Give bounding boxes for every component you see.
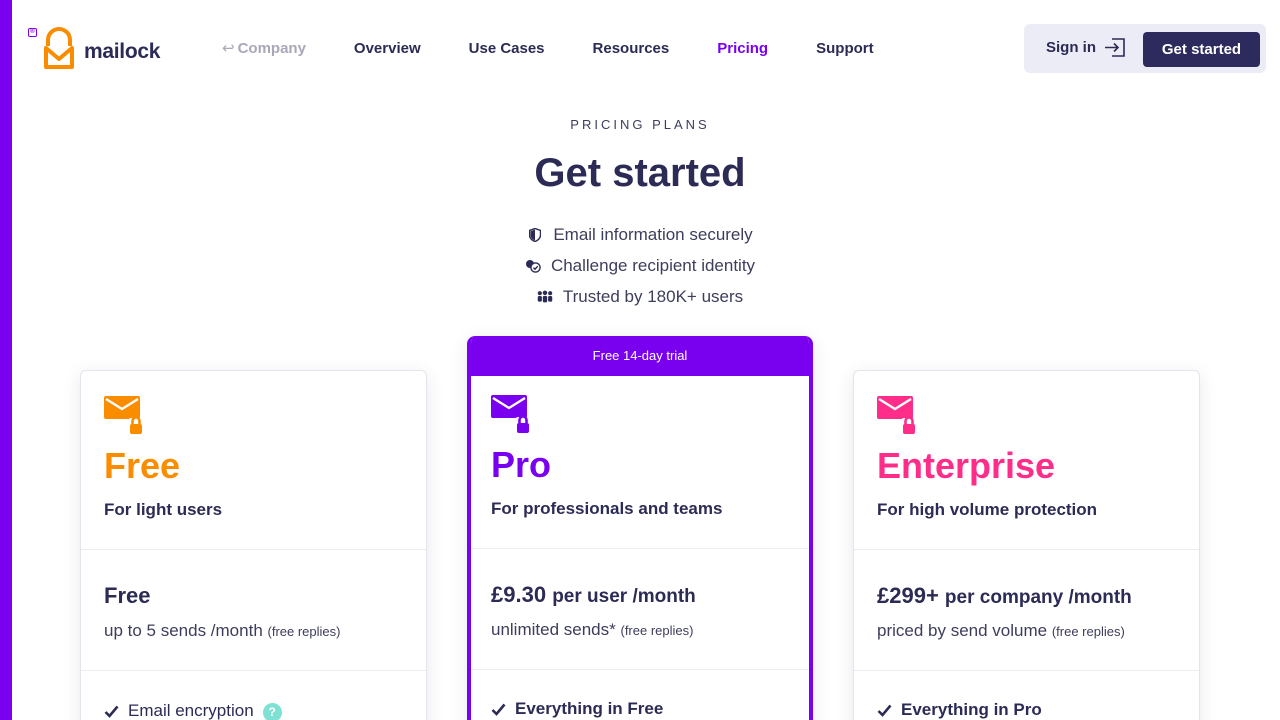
plan-price: £9.30 per user /month [491,582,696,608]
nav-overview[interactable]: Overview [354,39,421,59]
check-icon [877,704,892,717]
feature-text: Trusted by 180K+ users [562,286,744,306]
nav-company-back[interactable]: ↩ Company [222,39,306,59]
sends-text: unlimited sends* [491,620,616,639]
nav-pricing[interactable]: Pricing [717,39,768,59]
plan-sends: unlimited sends* (free replies) [491,620,693,640]
plan-feature-item: Everything in Free [491,699,663,719]
plan-card-free: Free For light users Free up to 5 sends … [80,370,427,720]
price-period: per company /month [944,587,1132,608]
back-arrow-icon: ↩ [222,40,235,57]
plan-subtitle: For high volume protection [877,500,1098,519]
get-started-button[interactable]: Get started [1143,32,1260,67]
feature-label: Everything in Free [515,699,664,718]
sends-text: priced by send volume [877,621,1048,640]
check-icon [491,703,506,716]
brand-name: mailock [84,40,161,63]
nav-company-label: Company [237,40,306,57]
nav-use-cases[interactable]: Use Cases [469,39,545,59]
plan-name: Enterprise [877,445,1056,486]
plan-sends: up to 5 sends /month (free replies) [104,621,340,641]
registered-badge-icon: ® [28,28,37,37]
feature-label: Everything in Pro [901,700,1042,719]
main-nav: ↩ Company Overview Use Cases Resources Pr… [222,39,922,59]
site-header: ® mailock ↩ Company Overview Use Cases Re… [12,0,1280,97]
shield-icon [527,227,543,243]
check-icon [104,705,119,718]
divider [854,549,1199,550]
sends-note: (free replies) [1051,624,1125,639]
feature-item: Email information securely [0,219,1280,250]
sends-note: (free replies) [267,624,341,639]
pricing-eyebrow: PRICING PLANS [570,117,710,132]
locked-mail-icon [877,395,917,440]
divider [854,670,1199,671]
plan-price: £299+ per company /month [877,583,1132,609]
feature-item: Challenge recipient identity [0,250,1280,281]
sign-in-link[interactable]: Sign in [1046,38,1125,57]
nav-resources[interactable]: Resources [593,39,670,59]
users-icon [537,289,553,305]
divider [471,548,809,549]
left-accent-bar [0,0,12,720]
price-value: Free [104,583,151,608]
price-value: £299+ [877,583,939,608]
auth-panel: Sign in Get started [1024,24,1266,73]
plan-name: Free [104,445,181,486]
nav-support[interactable]: Support [816,39,874,59]
plan-card-enterprise: Enterprise For high volume protection £2… [853,370,1200,720]
plan-name: Pro [491,444,552,485]
sign-in-icon [1105,38,1125,57]
sends-text: up to 5 sends /month [104,621,263,640]
locked-mail-icon [491,394,531,439]
divider [471,669,809,670]
help-icon[interactable]: ? [262,703,282,720]
mailock-logo[interactable]: ® mailock [28,26,160,69]
hero-features: Email information securely Challenge rec… [0,219,1280,312]
sign-in-label: Sign in [1046,39,1096,56]
identity-check-icon [525,258,541,274]
feature-text: Email information securely [553,224,753,244]
locked-mail-icon [104,395,144,440]
plan-subtitle: For light users [104,500,223,519]
mailock-logo-icon [44,27,74,69]
divider [81,670,426,671]
feature-label: Email encryption [128,701,254,720]
divider [81,549,426,550]
plan-feature-item: Email encryption ? [104,700,282,720]
page-title: Get started [534,151,746,195]
plan-price: Free [104,583,150,609]
plan-sends: priced by send volume (free replies) [877,621,1125,641]
trial-badge: Free 14-day trial [471,336,809,376]
price-period: per user /month [552,586,696,607]
feature-item: Trusted by 180K+ users [0,281,1280,312]
plan-card-pro: Free 14-day trial Pro For professionals … [467,336,813,720]
plan-subtitle: For professionals and teams [491,499,723,518]
price-value: £9.30 [491,582,547,607]
plan-feature-item: Everything in Pro [877,700,1042,720]
feature-text: Challenge recipient identity [550,255,756,275]
sends-note: (free replies) [620,623,694,638]
